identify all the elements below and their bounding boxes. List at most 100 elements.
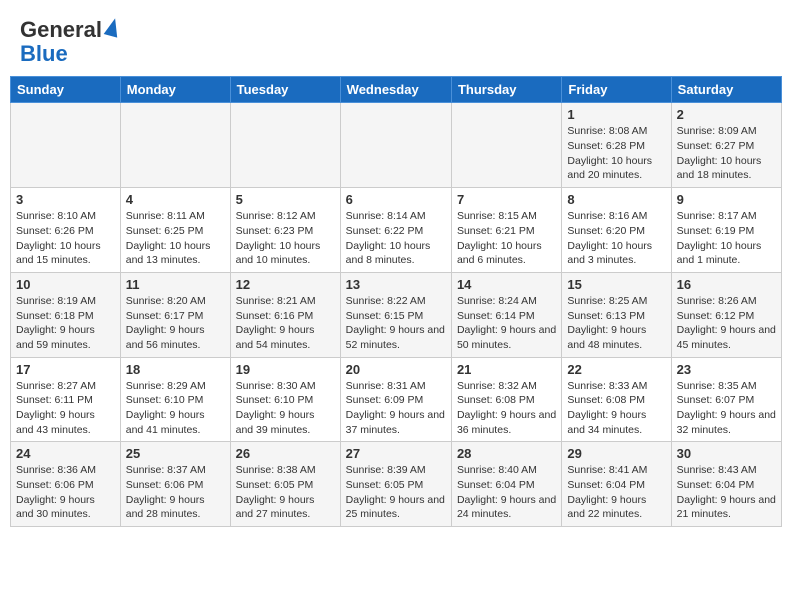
day-info: Sunrise: 8:33 AM Sunset: 6:08 PM Dayligh… xyxy=(567,379,665,438)
day-number: 26 xyxy=(236,446,335,461)
logo-blue: Blue xyxy=(20,42,68,66)
calendar-cell: 5 Sunrise: 8:12 AM Sunset: 6:23 PM Daylig… xyxy=(230,188,340,273)
logo: General Blue xyxy=(20,18,119,66)
weekday-header-friday: Friday xyxy=(562,77,671,103)
calendar-cell: 20Sunrise: 8:31 AM Sunset: 6:09 PM Dayli… xyxy=(340,357,451,442)
day-number: 2 xyxy=(677,107,776,122)
day-number: 22 xyxy=(567,362,665,377)
logo-general: General xyxy=(20,18,102,42)
day-number: 19 xyxy=(236,362,335,377)
calendar-week-row: 10 Sunrise: 8:19 AM Sunset: 6:18 PM Dayli… xyxy=(11,272,782,357)
calendar-cell: 12 Sunrise: 8:21 AM Sunset: 6:16 PM Dayli… xyxy=(230,272,340,357)
day-number: 14 xyxy=(457,277,556,292)
day-info: Sunrise: 8:32 AM Sunset: 6:08 PM Dayligh… xyxy=(457,379,556,438)
calendar-week-row: 3 Sunrise: 8:10 AM Sunset: 6:26 PM Daylig… xyxy=(11,188,782,273)
day-number: 21 xyxy=(457,362,556,377)
day-number: 15 xyxy=(567,277,665,292)
day-number: 27 xyxy=(346,446,446,461)
calendar-cell xyxy=(230,103,340,188)
day-number: 5 xyxy=(236,192,335,207)
day-number: 7 xyxy=(457,192,556,207)
day-info: Sunrise: 8:10 AM Sunset: 6:26 PM Dayligh… xyxy=(16,209,115,268)
calendar-cell: 22 Sunrise: 8:33 AM Sunset: 6:08 PM Dayli… xyxy=(562,357,671,442)
day-info: Sunrise: 8:08 AM Sunset: 6:28 PM Dayligh… xyxy=(567,124,665,183)
day-number: 30 xyxy=(677,446,776,461)
day-info: Sunrise: 8:25 AM Sunset: 6:13 PM Dayligh… xyxy=(567,294,665,353)
day-number: 18 xyxy=(126,362,225,377)
day-info: Sunrise: 8:41 AM Sunset: 6:04 PM Dayligh… xyxy=(567,463,665,522)
day-number: 3 xyxy=(16,192,115,207)
day-info: Sunrise: 8:17 AM Sunset: 6:19 PM Dayligh… xyxy=(677,209,776,268)
calendar-week-row: 1 Sunrise: 8:08 AM Sunset: 6:28 PM Daylig… xyxy=(11,103,782,188)
page-header: General Blue xyxy=(10,10,782,70)
day-info: Sunrise: 8:30 AM Sunset: 6:10 PM Dayligh… xyxy=(236,379,335,438)
day-number: 4 xyxy=(126,192,225,207)
calendar-cell xyxy=(340,103,451,188)
calendar-cell: 9 Sunrise: 8:17 AM Sunset: 6:19 PM Daylig… xyxy=(671,188,781,273)
calendar-cell: 1 Sunrise: 8:08 AM Sunset: 6:28 PM Daylig… xyxy=(562,103,671,188)
calendar-cell: 13Sunrise: 8:22 AM Sunset: 6:15 PM Dayli… xyxy=(340,272,451,357)
calendar-table: SundayMondayTuesdayWednesdayThursdayFrid… xyxy=(10,76,782,527)
calendar-cell: 3 Sunrise: 8:10 AM Sunset: 6:26 PM Daylig… xyxy=(11,188,121,273)
day-number: 16 xyxy=(677,277,776,292)
calendar-cell: 11 Sunrise: 8:20 AM Sunset: 6:17 PM Dayli… xyxy=(120,272,230,357)
calendar-cell xyxy=(120,103,230,188)
day-number: 23 xyxy=(677,362,776,377)
calendar-cell: 24 Sunrise: 8:36 AM Sunset: 6:06 PM Dayli… xyxy=(11,442,121,527)
calendar-cell: 23 Sunrise: 8:35 AM Sunset: 6:07 PM Dayli… xyxy=(671,357,781,442)
weekday-header-wednesday: Wednesday xyxy=(340,77,451,103)
calendar-cell: 26 Sunrise: 8:38 AM Sunset: 6:05 PM Dayli… xyxy=(230,442,340,527)
calendar-cell: 7 Sunrise: 8:15 AM Sunset: 6:21 PM Daylig… xyxy=(451,188,561,273)
day-info: Sunrise: 8:40 AM Sunset: 6:04 PM Dayligh… xyxy=(457,463,556,522)
day-info: Sunrise: 8:16 AM Sunset: 6:20 PM Dayligh… xyxy=(567,209,665,268)
calendar-cell: 25Sunrise: 8:37 AM Sunset: 6:06 PM Dayli… xyxy=(120,442,230,527)
calendar-cell xyxy=(11,103,121,188)
logo-triangle-icon xyxy=(104,17,122,38)
day-info: Sunrise: 8:19 AM Sunset: 6:18 PM Dayligh… xyxy=(16,294,115,353)
day-info: Sunrise: 8:15 AM Sunset: 6:21 PM Dayligh… xyxy=(457,209,556,268)
day-number: 28 xyxy=(457,446,556,461)
day-info: Sunrise: 8:24 AM Sunset: 6:14 PM Dayligh… xyxy=(457,294,556,353)
weekday-header-tuesday: Tuesday xyxy=(230,77,340,103)
day-number: 24 xyxy=(16,446,115,461)
calendar-body: 1 Sunrise: 8:08 AM Sunset: 6:28 PM Daylig… xyxy=(11,103,782,527)
day-info: Sunrise: 8:38 AM Sunset: 6:05 PM Dayligh… xyxy=(236,463,335,522)
calendar-cell: 10 Sunrise: 8:19 AM Sunset: 6:18 PM Dayli… xyxy=(11,272,121,357)
day-info: Sunrise: 8:09 AM Sunset: 6:27 PM Dayligh… xyxy=(677,124,776,183)
calendar-cell: 27 Sunrise: 8:39 AM Sunset: 6:05 PM Dayli… xyxy=(340,442,451,527)
day-info: Sunrise: 8:39 AM Sunset: 6:05 PM Dayligh… xyxy=(346,463,446,522)
weekday-header-sunday: Sunday xyxy=(11,77,121,103)
day-number: 11 xyxy=(126,277,225,292)
calendar-cell: 18 Sunrise: 8:29 AM Sunset: 6:10 PM Dayli… xyxy=(120,357,230,442)
day-number: 20 xyxy=(346,362,446,377)
calendar-header: SundayMondayTuesdayWednesdayThursdayFrid… xyxy=(11,77,782,103)
day-info: Sunrise: 8:21 AM Sunset: 6:16 PM Dayligh… xyxy=(236,294,335,353)
calendar-cell: 2 Sunrise: 8:09 AM Sunset: 6:27 PM Daylig… xyxy=(671,103,781,188)
day-number: 6 xyxy=(346,192,446,207)
day-number: 8 xyxy=(567,192,665,207)
day-number: 25 xyxy=(126,446,225,461)
day-number: 13 xyxy=(346,277,446,292)
day-info: Sunrise: 8:27 AM Sunset: 6:11 PM Dayligh… xyxy=(16,379,115,438)
day-info: Sunrise: 8:11 AM Sunset: 6:25 PM Dayligh… xyxy=(126,209,225,268)
day-info: Sunrise: 8:43 AM Sunset: 6:04 PM Dayligh… xyxy=(677,463,776,522)
day-info: Sunrise: 8:12 AM Sunset: 6:23 PM Dayligh… xyxy=(236,209,335,268)
day-info: Sunrise: 8:29 AM Sunset: 6:10 PM Dayligh… xyxy=(126,379,225,438)
calendar-cell: 15 Sunrise: 8:25 AM Sunset: 6:13 PM Dayli… xyxy=(562,272,671,357)
day-info: Sunrise: 8:35 AM Sunset: 6:07 PM Dayligh… xyxy=(677,379,776,438)
day-number: 12 xyxy=(236,277,335,292)
day-info: Sunrise: 8:20 AM Sunset: 6:17 PM Dayligh… xyxy=(126,294,225,353)
calendar-cell: 30 Sunrise: 8:43 AM Sunset: 6:04 PM Dayli… xyxy=(671,442,781,527)
calendar-week-row: 24 Sunrise: 8:36 AM Sunset: 6:06 PM Dayli… xyxy=(11,442,782,527)
day-number: 9 xyxy=(677,192,776,207)
day-number: 10 xyxy=(16,277,115,292)
calendar-week-row: 17Sunrise: 8:27 AM Sunset: 6:11 PM Dayli… xyxy=(11,357,782,442)
calendar-cell: 28 Sunrise: 8:40 AM Sunset: 6:04 PM Dayli… xyxy=(451,442,561,527)
calendar-cell: 8 Sunrise: 8:16 AM Sunset: 6:20 PM Daylig… xyxy=(562,188,671,273)
day-number: 1 xyxy=(567,107,665,122)
day-info: Sunrise: 8:36 AM Sunset: 6:06 PM Dayligh… xyxy=(16,463,115,522)
calendar-cell: 14 Sunrise: 8:24 AM Sunset: 6:14 PM Dayli… xyxy=(451,272,561,357)
calendar-cell: 17Sunrise: 8:27 AM Sunset: 6:11 PM Dayli… xyxy=(11,357,121,442)
day-info: Sunrise: 8:26 AM Sunset: 6:12 PM Dayligh… xyxy=(677,294,776,353)
calendar-cell: 19 Sunrise: 8:30 AM Sunset: 6:10 PM Dayli… xyxy=(230,357,340,442)
